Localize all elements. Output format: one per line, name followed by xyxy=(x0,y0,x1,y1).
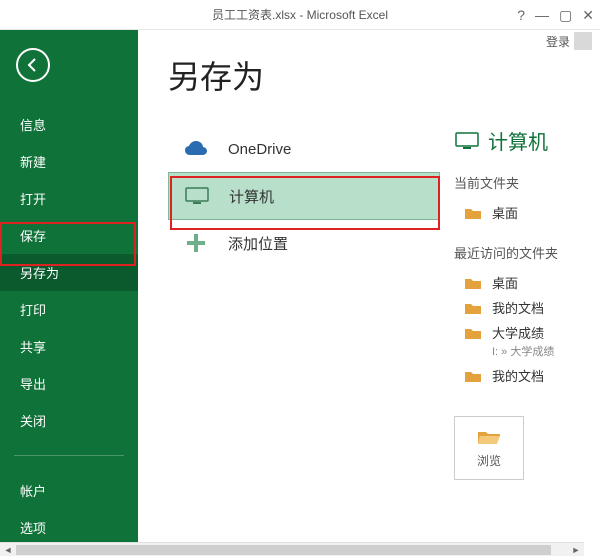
folder-open-icon xyxy=(476,428,502,446)
page-title: 另存为 xyxy=(168,52,592,98)
sidebar-separator xyxy=(14,455,124,456)
folder-icon xyxy=(464,276,482,290)
save-locations-list: OneDrive 计算机 添加位置 xyxy=(168,126,448,480)
sidebar-item-print[interactable]: 打印 xyxy=(0,291,138,328)
sidebar-item-account[interactable]: 帐户 xyxy=(0,472,138,509)
browse-button[interactable]: 浏览 xyxy=(454,416,524,480)
folder-icon xyxy=(464,326,482,340)
scroll-thumb[interactable] xyxy=(16,545,551,555)
recent-folder-section: 最近访问的文件夹 xyxy=(454,243,592,262)
location-add-place[interactable]: 添加位置 xyxy=(168,220,440,266)
folder-icon xyxy=(464,369,482,383)
main-panel: 另存为 OneDrive 计算机 xyxy=(138,30,600,556)
plus-icon xyxy=(182,232,210,254)
horizontal-scrollbar[interactable]: ◄ ► xyxy=(0,542,584,556)
location-label: 添加位置 xyxy=(228,233,288,254)
folder-university-grades[interactable]: 大学成绩 xyxy=(454,320,592,345)
back-button[interactable] xyxy=(16,48,50,82)
scroll-right-icon[interactable]: ► xyxy=(568,543,584,557)
folder-desktop[interactable]: 桌面 xyxy=(454,270,592,295)
computer-icon xyxy=(183,185,211,207)
window-title: 员工工资表.xlsx - Microsoft Excel xyxy=(212,6,388,23)
sidebar-item-info[interactable]: 信息 xyxy=(0,106,138,143)
folder-mydocs[interactable]: 我的文档 xyxy=(454,295,592,320)
close-icon[interactable]: ✕ xyxy=(582,7,594,24)
folder-desktop-current[interactable]: 桌面 xyxy=(454,200,592,225)
scroll-track[interactable] xyxy=(16,543,568,557)
help-icon[interactable]: ? xyxy=(517,7,525,23)
sidebar-item-close[interactable]: 关闭 xyxy=(0,402,138,439)
minimize-icon[interactable]: — xyxy=(535,7,549,23)
sidebar-item-options[interactable]: 选项 xyxy=(0,509,138,546)
backstage-sidebar: 信息 新建 打开 保存 另存为 打印 共享 导出 关闭 帐户 选项 xyxy=(0,30,138,556)
sidebar-item-open[interactable]: 打开 xyxy=(0,180,138,217)
sidebar-item-share[interactable]: 共享 xyxy=(0,328,138,365)
folder-label: 大学成绩 xyxy=(492,323,544,342)
location-computer[interactable]: 计算机 xyxy=(168,172,440,220)
folder-label: 桌面 xyxy=(492,273,518,292)
folder-icon xyxy=(464,206,482,220)
computer-icon xyxy=(454,131,480,151)
maximize-icon[interactable]: ▢ xyxy=(559,7,572,24)
scroll-left-icon[interactable]: ◄ xyxy=(0,543,16,557)
location-label: 计算机 xyxy=(229,186,274,207)
browse-label: 浏览 xyxy=(477,452,501,469)
folder-label: 我的文档 xyxy=(492,298,544,317)
right-panel-title: 计算机 xyxy=(488,126,548,155)
location-label: OneDrive xyxy=(228,141,291,158)
right-panel: 计算机 当前文件夹 桌面 最近访问的文件夹 桌面 我的文档 xyxy=(448,126,592,480)
cloud-icon xyxy=(182,138,210,160)
sidebar-item-new[interactable]: 新建 xyxy=(0,143,138,180)
current-folder-section: 当前文件夹 xyxy=(454,173,592,192)
folder-subpath: I: » 大学成绩 xyxy=(454,343,592,359)
sidebar-item-export[interactable]: 导出 xyxy=(0,365,138,402)
folder-label: 我的文档 xyxy=(492,366,544,385)
folder-label: 桌面 xyxy=(492,203,518,222)
folder-mydocs-2[interactable]: 我的文档 xyxy=(454,363,592,388)
location-onedrive[interactable]: OneDrive xyxy=(168,126,440,172)
sidebar-item-saveas[interactable]: 另存为 xyxy=(0,254,138,291)
folder-icon xyxy=(464,301,482,315)
sidebar-item-save[interactable]: 保存 xyxy=(0,217,138,254)
